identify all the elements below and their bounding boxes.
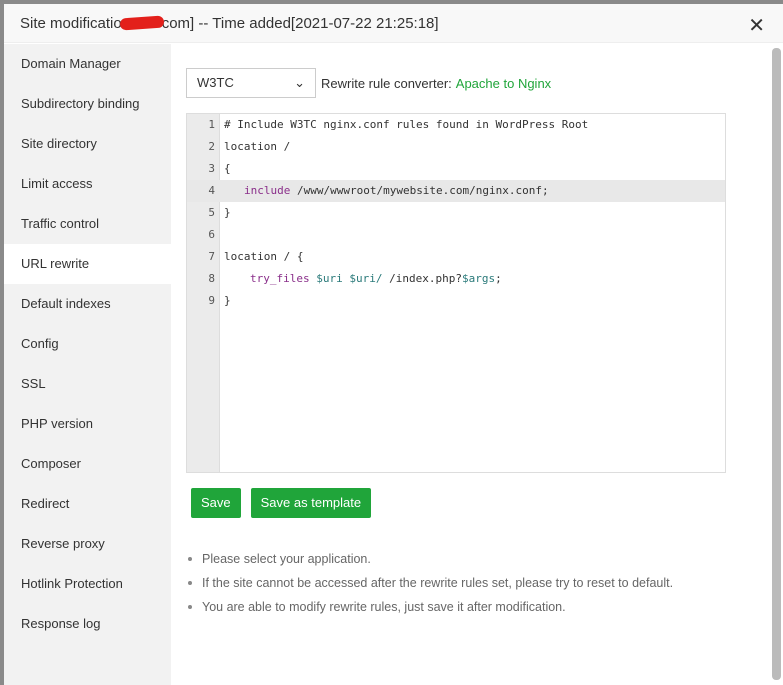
sidebar-item-config[interactable]: Config (4, 324, 171, 364)
line-text: { (224, 162, 231, 175)
line-number: 3 (208, 162, 215, 175)
rewrite-converter: Rewrite rule converter: Apache to Nginx (321, 76, 551, 91)
sidebar-item-hotlink-protection[interactable]: Hotlink Protection (4, 564, 171, 604)
code-editor[interactable]: 1 # Include W3TC nginx.conf rules found i… (186, 113, 726, 473)
line-text: try_files $uri $uri/ /index.php?$args; (250, 268, 502, 290)
line-number: 2 (208, 140, 215, 153)
save-as-template-button[interactable]: Save as template (250, 488, 372, 518)
line-text: include /www/wwwroot/mywebsite.com/nginx… (244, 180, 549, 202)
tip-item: Please select your application. (186, 547, 673, 571)
converter-label: Rewrite rule converter: (321, 76, 452, 91)
code-line: 7 location / { (187, 246, 725, 268)
sidebar-item-url-rewrite[interactable]: URL rewrite (4, 244, 171, 284)
code-line: 6 (187, 224, 725, 246)
line-text: location / (224, 140, 291, 153)
variable: $args (461, 272, 496, 285)
line-text: # Include W3TC nginx.conf rules found in… (224, 118, 589, 131)
sidebar-item-site-directory[interactable]: Site directory (4, 124, 171, 164)
sidebar-item-domain-manager[interactable]: Domain Manager (4, 44, 171, 84)
line-number: 6 (208, 228, 215, 241)
url-rewrite-panel: W3TC ⌄ Rewrite rule converter: Apache to N… (186, 44, 769, 685)
sidebar-item-composer[interactable]: Composer (4, 444, 171, 484)
line-number: 1 (208, 118, 215, 131)
code-line: 5} (187, 202, 725, 224)
site-modification-dialog: Site modificatio com] -- Time added[2021-… (4, 4, 783, 685)
variable: $uri/ (349, 272, 383, 285)
code-line: 9} (187, 290, 725, 312)
select-value: W3TC (197, 75, 234, 90)
close-icon[interactable]: ✕ (748, 13, 765, 38)
sidebar: Domain Manager Subdirectory binding Site… (4, 44, 171, 685)
apache-to-nginx-link[interactable]: Apache to Nginx (456, 76, 551, 91)
sidebar-item-limit-access[interactable]: Limit access (4, 164, 171, 204)
tip-item: If the site cannot be accessed after the… (186, 571, 673, 595)
code-line: 2 location / (187, 136, 725, 158)
save-button[interactable]: Save (191, 488, 241, 518)
code-line: 3{ (187, 158, 725, 180)
code-line-current: 4 include /www/wwwroot/mywebsite.com/ngin… (187, 180, 725, 202)
line-number: 8 (208, 272, 215, 285)
sidebar-item-php-version[interactable]: PHP version (4, 404, 171, 444)
line-text: location / { (224, 250, 304, 263)
keyword: include (244, 184, 291, 197)
keyword: try_files (250, 272, 310, 285)
title-prefix: Site modificatio (20, 14, 122, 32)
code-line: 1 # Include W3TC nginx.conf rules found i… (187, 114, 725, 136)
variable: $uri (316, 272, 343, 285)
line-text: } (224, 206, 231, 219)
application-select[interactable]: W3TC ⌄ (186, 68, 316, 98)
redaction-mark (119, 15, 165, 31)
path-text: /index.php? (382, 272, 462, 285)
sidebar-item-default-indexes[interactable]: Default indexes (4, 284, 171, 324)
sidebar-item-response-log[interactable]: Response log (4, 604, 171, 644)
sidebar-item-reverse-proxy[interactable]: Reverse proxy (4, 524, 171, 564)
line-number: 7 (208, 250, 215, 263)
semicolon: ; (495, 272, 502, 285)
tip-item: You are able to modify rewrite rules, ju… (186, 595, 673, 619)
sidebar-item-ssl[interactable]: SSL (4, 364, 171, 404)
tips-list: Please select your application. If the s… (186, 547, 673, 619)
scrollbar[interactable] (772, 48, 781, 680)
sidebar-item-redirect[interactable]: Redirect (4, 484, 171, 524)
line-number: 4 (208, 184, 215, 197)
code-line: 8 try_files $uri $uri/ /index.php?$args; (187, 268, 725, 290)
path-text: /www/wwwroot/mywebsite.com/nginx.conf; (290, 184, 549, 197)
sidebar-item-traffic-control[interactable]: Traffic control (4, 204, 171, 244)
title-suffix: com] -- Time added[2021-07-22 21:25:18] (161, 14, 439, 32)
line-number: 5 (208, 206, 215, 219)
dialog-title: Site modificatio com] -- Time added[2021-… (4, 4, 783, 43)
line-text: } (224, 294, 231, 307)
line-number: 9 (208, 294, 215, 307)
chevron-down-icon: ⌄ (294, 75, 305, 90)
sidebar-item-subdirectory-binding[interactable]: Subdirectory binding (4, 84, 171, 124)
action-buttons: Save Save as template (191, 488, 372, 518)
